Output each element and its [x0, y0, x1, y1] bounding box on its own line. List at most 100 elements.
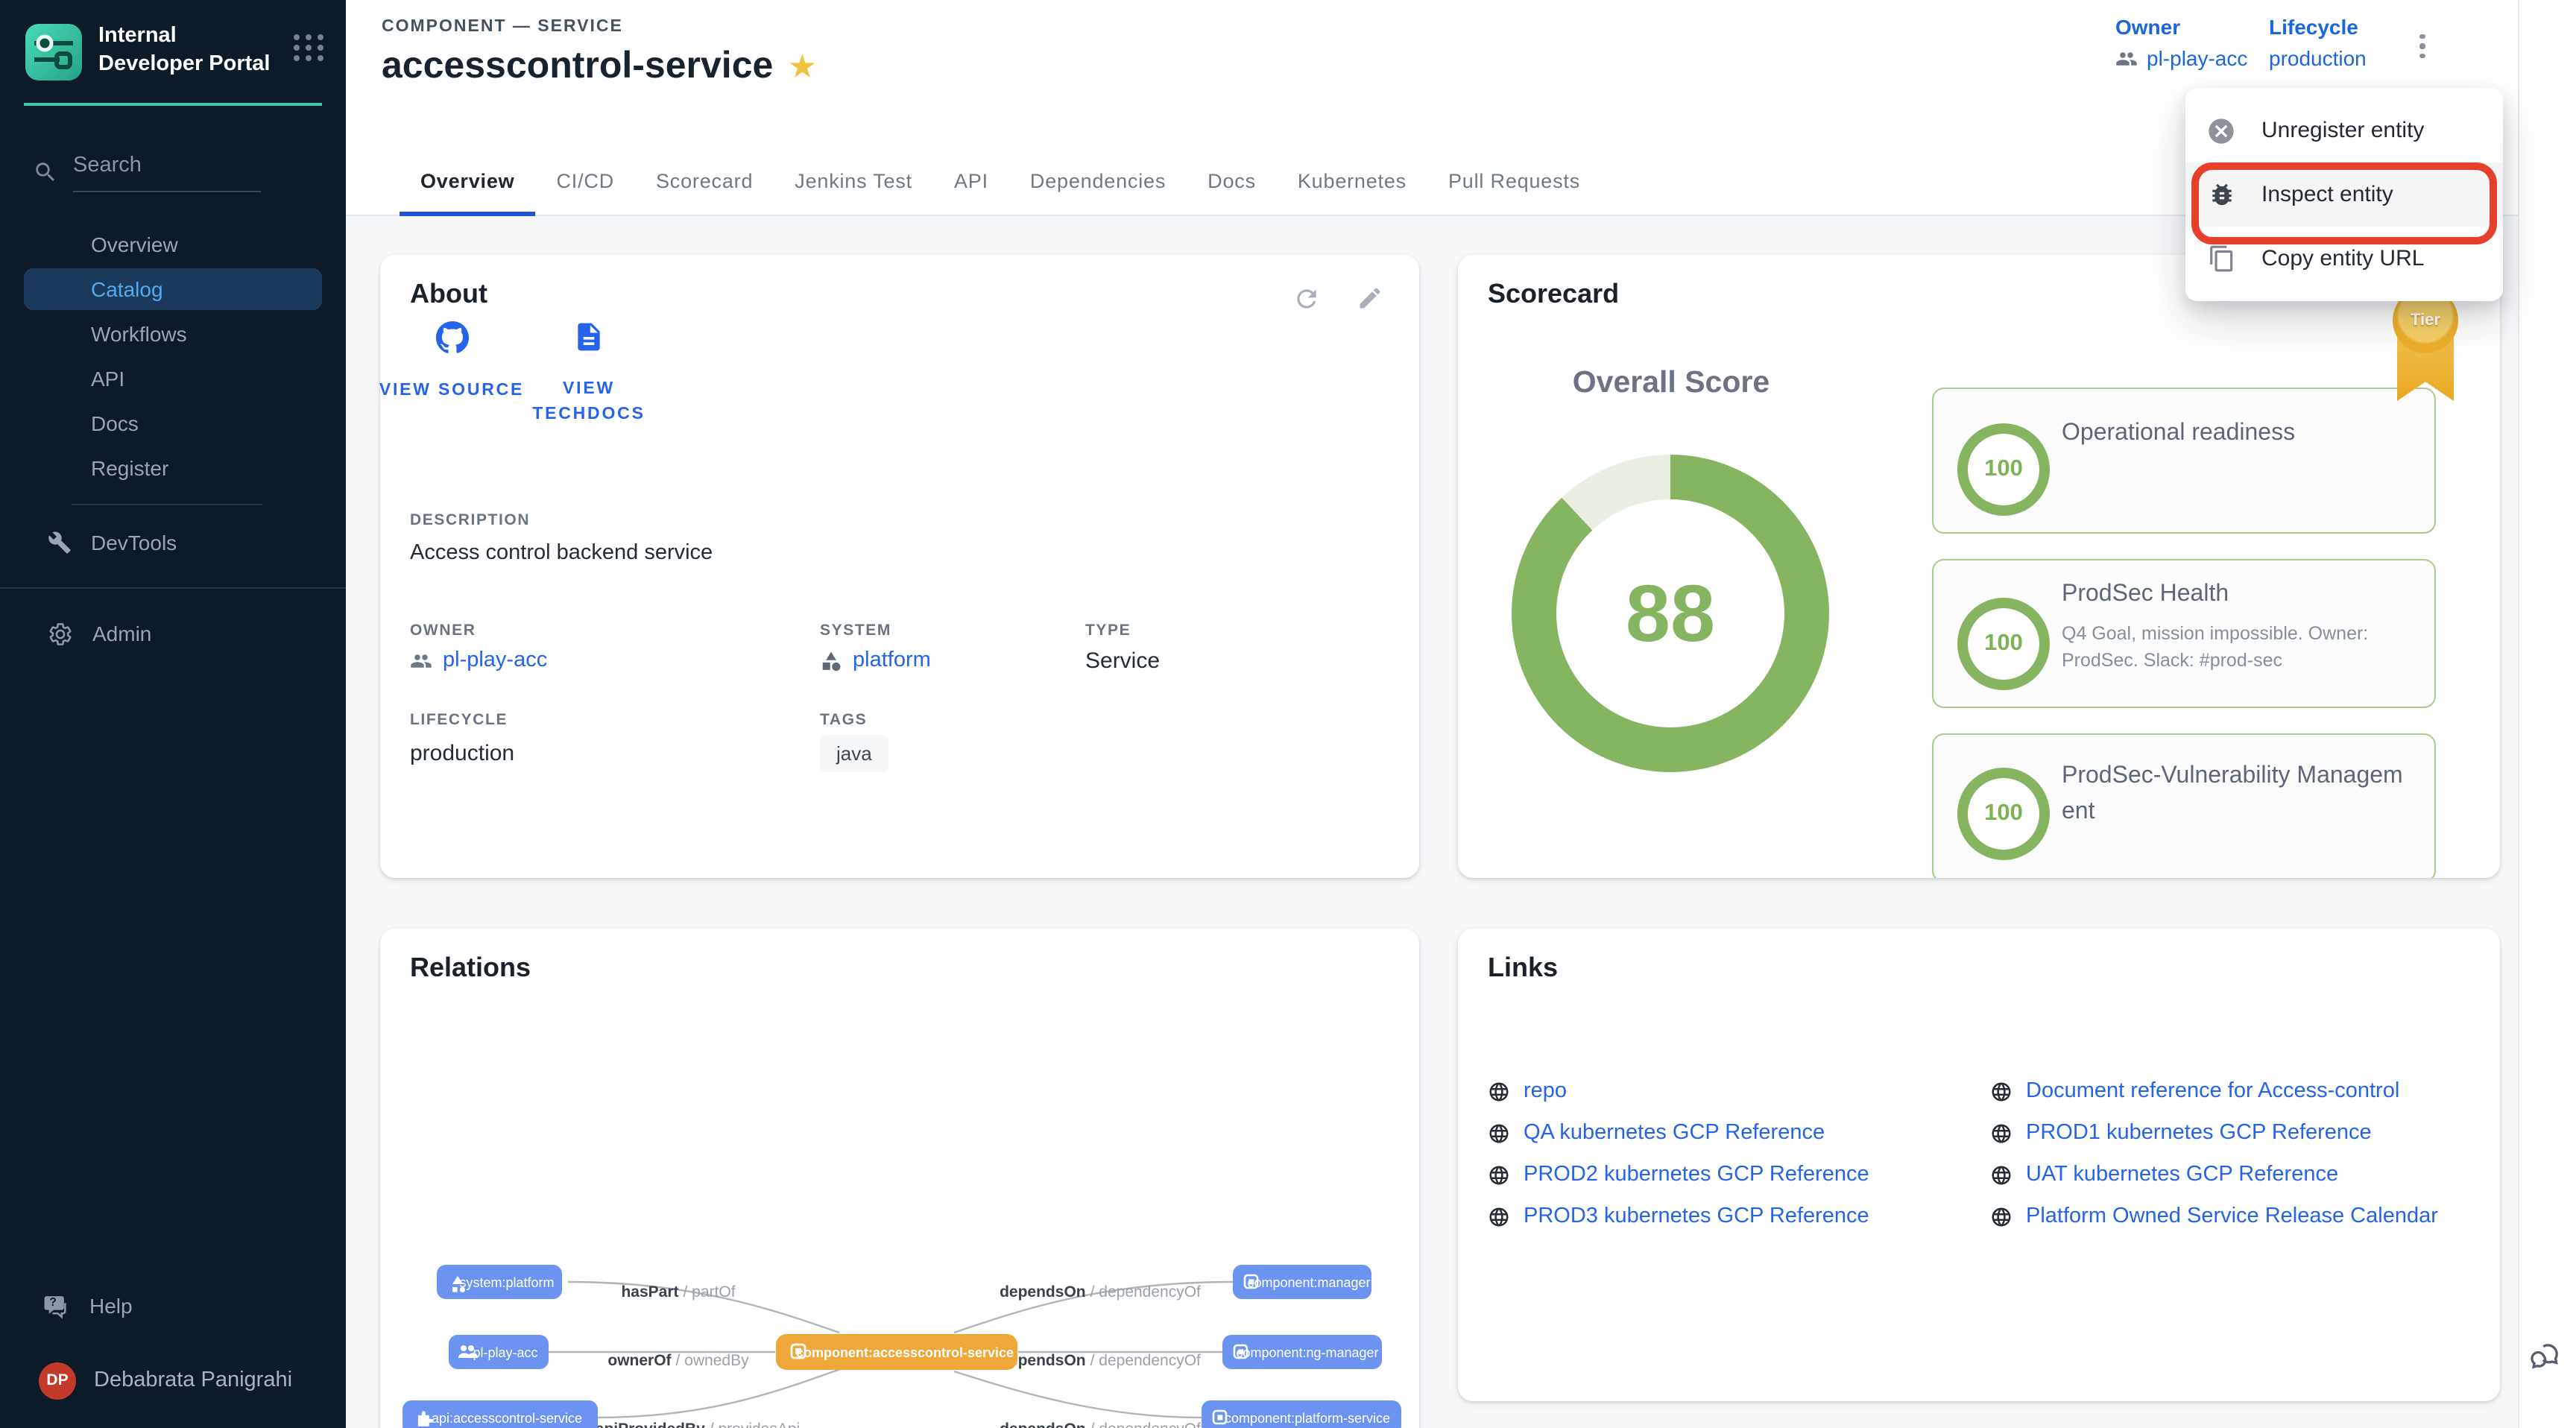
about-card: About VIEW SOURCE VIEW TECHDOCS DESCRIPT… [380, 255, 1419, 878]
globe-icon [1990, 1080, 2012, 1102]
menu-item-copy-entity-url[interactable]: Copy entity URL [2185, 227, 2503, 291]
link-document-reference[interactable]: Document reference for Access-control [1990, 1079, 2399, 1103]
menu-item-unregister-entity[interactable]: Unregister entity [2185, 98, 2503, 162]
sidebar-accent-divider [24, 103, 322, 106]
tab-jenkins-test[interactable]: Jenkins Test [774, 148, 933, 216]
help-icon: ? [42, 1293, 70, 1318]
tab-overview[interactable]: Overview [400, 148, 536, 216]
edit-icon[interactable] [1357, 285, 1383, 319]
relation-node-api-accesscontrol-service[interactable]: api:accesscontrol-service [402, 1400, 598, 1428]
app-logo-icon [24, 22, 83, 82]
sidebar-item-api[interactable]: API [0, 356, 346, 401]
github-icon [435, 320, 469, 355]
scorecard-badge-operational-readiness[interactable]: 100 Operational readiness [1932, 388, 2436, 534]
sidebar-bottom: ? Help DP Debabrata Panigrahi [0, 1282, 346, 1410]
system-field-label: SYSTEM [820, 622, 891, 639]
wrench-icon [48, 531, 72, 555]
relation-node-component-manager[interactable]: component:manager [1233, 1265, 1371, 1299]
tab-dependencies[interactable]: Dependencies [1009, 148, 1187, 216]
overall-score-label: Overall Score [1458, 365, 1884, 401]
tab-kubernetes[interactable]: Kubernetes [1277, 148, 1427, 216]
system-icon [820, 649, 842, 672]
lifecycle-field-value: production [410, 741, 514, 766]
type-field-value: Service [1085, 648, 1160, 674]
badge-subtitle: Q4 Goal, mission impossible. Owner: Prod… [2062, 620, 2416, 674]
relations-graph[interactable]: hasPart/ partOf ownerOf/ ownedBy apiProv… [380, 929, 1419, 1428]
globe-icon [1990, 1122, 2012, 1144]
relation-node-component-accesscontrol-service[interactable]: component:accesscontrol-service [776, 1334, 1017, 1370]
apps-grid-icon[interactable] [294, 34, 325, 61]
relation-node-pl-play-acc[interactable]: pl-play-acc [449, 1335, 549, 1369]
svg-text:system:platform: system:platform [459, 1275, 554, 1290]
relation-node-system-platform[interactable]: system:platform [437, 1265, 562, 1299]
sidebar-item-help[interactable]: ? Help [0, 1282, 346, 1330]
overall-score-value: 88 [1626, 567, 1715, 660]
user-name: Debabrata Panigrahi [94, 1368, 292, 1392]
svg-text:pl-play-acc: pl-play-acc [473, 1345, 537, 1360]
type-field-label: TYPE [1085, 622, 1131, 639]
lifecycle-label: Lifecycle [2269, 15, 2367, 39]
sidebar-item-catalog[interactable]: Catalog [24, 268, 322, 310]
system-field-value[interactable]: platform [820, 648, 931, 672]
tab-docs[interactable]: Docs [1187, 148, 1277, 216]
people-icon [2115, 47, 2138, 69]
svg-text:api:accesscontrol-service: api:accesscontrol-service [432, 1411, 582, 1426]
sidebar-item-label: Admin [92, 622, 151, 645]
entity-kind-breadcrumb: COMPONENT — SERVICE [382, 18, 623, 36]
sidebar-nav: Overview Catalog Workflows API Docs Regi… [0, 222, 346, 657]
tab-scorecard[interactable]: Scorecard [635, 148, 774, 216]
tab-cicd[interactable]: CI/CD [536, 148, 636, 216]
relation-node-component-platform-service[interactable]: component:platform-service [1202, 1400, 1401, 1428]
sidebar-item-overview[interactable]: Overview [0, 222, 346, 267]
svg-text:dependsOn/ dependencyOf: dependsOn/ dependencyOf [1000, 1352, 1201, 1369]
sidebar-item-docs[interactable]: Docs [0, 401, 346, 446]
owner-link[interactable]: pl-play-acc [2147, 46, 2247, 70]
relation-node-component-ng-manager[interactable]: component:ng-manager [1222, 1335, 1382, 1369]
view-techdocs-link[interactable]: VIEW TECHDOCS [514, 320, 663, 428]
feedback-chat-icon[interactable] [2530, 1340, 2564, 1382]
tab-api[interactable]: API [933, 148, 1009, 216]
link-uat-kubernetes[interactable]: UAT kubernetes GCP Reference [1990, 1163, 2338, 1187]
entity-context-menu-button[interactable] [2403, 27, 2442, 66]
sidebar-item-register[interactable]: Register [0, 446, 346, 490]
description-value: Access control backend service [410, 541, 713, 565]
link-prod1-kubernetes[interactable]: PROD1 kubernetes GCP Reference [1990, 1121, 2372, 1145]
svg-text:hasPart/ partOf: hasPart/ partOf [621, 1283, 735, 1301]
sidebar-user[interactable]: DP Debabrata Panigrahi [0, 1350, 346, 1410]
svg-text:component:manager: component:manager [1247, 1275, 1370, 1290]
svg-text:apiProvidedBy/ providesApi: apiProvidedBy/ providesApi [596, 1421, 800, 1428]
link-qa-kubernetes[interactable]: QA kubernetes GCP Reference [1488, 1121, 1825, 1145]
sidebar-search [33, 151, 310, 192]
badge-title: ProdSec Health [2062, 581, 2229, 608]
techdocs-icon [572, 320, 605, 353]
link-repo[interactable]: repo [1488, 1079, 1567, 1103]
svg-text:?: ? [49, 1295, 56, 1308]
tag-chip[interactable]: java [820, 735, 888, 772]
app-title: Internal Developer Portal [98, 22, 274, 78]
svg-text:component:platform-service: component:platform-service [1225, 1411, 1390, 1426]
globe-icon [1990, 1205, 2012, 1228]
view-source-link[interactable]: VIEW SOURCE [377, 320, 526, 404]
sidebar-header: Internal Developer Portal [0, 0, 346, 100]
badge-score: 100 [1957, 768, 2050, 860]
refresh-icon[interactable] [1292, 285, 1321, 320]
search-input[interactable] [73, 151, 261, 192]
menu-item-inspect-entity[interactable]: Inspect entity [2185, 162, 2503, 227]
sidebar: Internal Developer Portal Overview Catal… [0, 0, 346, 1428]
sidebar-item-devtools[interactable]: DevTools [0, 519, 346, 566]
badge-title: Operational readiness [2062, 420, 2295, 447]
sidebar-item-admin[interactable]: Admin [0, 610, 346, 657]
lifecycle-meta: Lifecycle production [2269, 15, 2367, 70]
globe-icon [1990, 1163, 2012, 1186]
favorite-star-icon[interactable]: ★ [789, 51, 815, 85]
tab-pull-requests[interactable]: Pull Requests [1427, 148, 1601, 216]
links-title: Links [1488, 952, 1558, 984]
svg-text:component:ng-manager: component:ng-manager [1236, 1345, 1378, 1360]
link-prod2-kubernetes[interactable]: PROD2 kubernetes GCP Reference [1488, 1163, 1869, 1187]
scorecard-badge-prodsec-vulnerability[interactable]: 100 ProdSec-Vulnerability Management [1932, 733, 2436, 878]
scorecard-badge-prodsec-health[interactable]: 100 ProdSec Health Q4 Goal, mission impo… [1932, 559, 2436, 708]
link-release-calendar[interactable]: Platform Owned Service Release Calendar [1990, 1204, 2438, 1228]
owner-field-value[interactable]: pl-play-acc [410, 648, 547, 672]
sidebar-item-workflows[interactable]: Workflows [0, 312, 346, 356]
link-prod3-kubernetes[interactable]: PROD3 kubernetes GCP Reference [1488, 1204, 1869, 1228]
